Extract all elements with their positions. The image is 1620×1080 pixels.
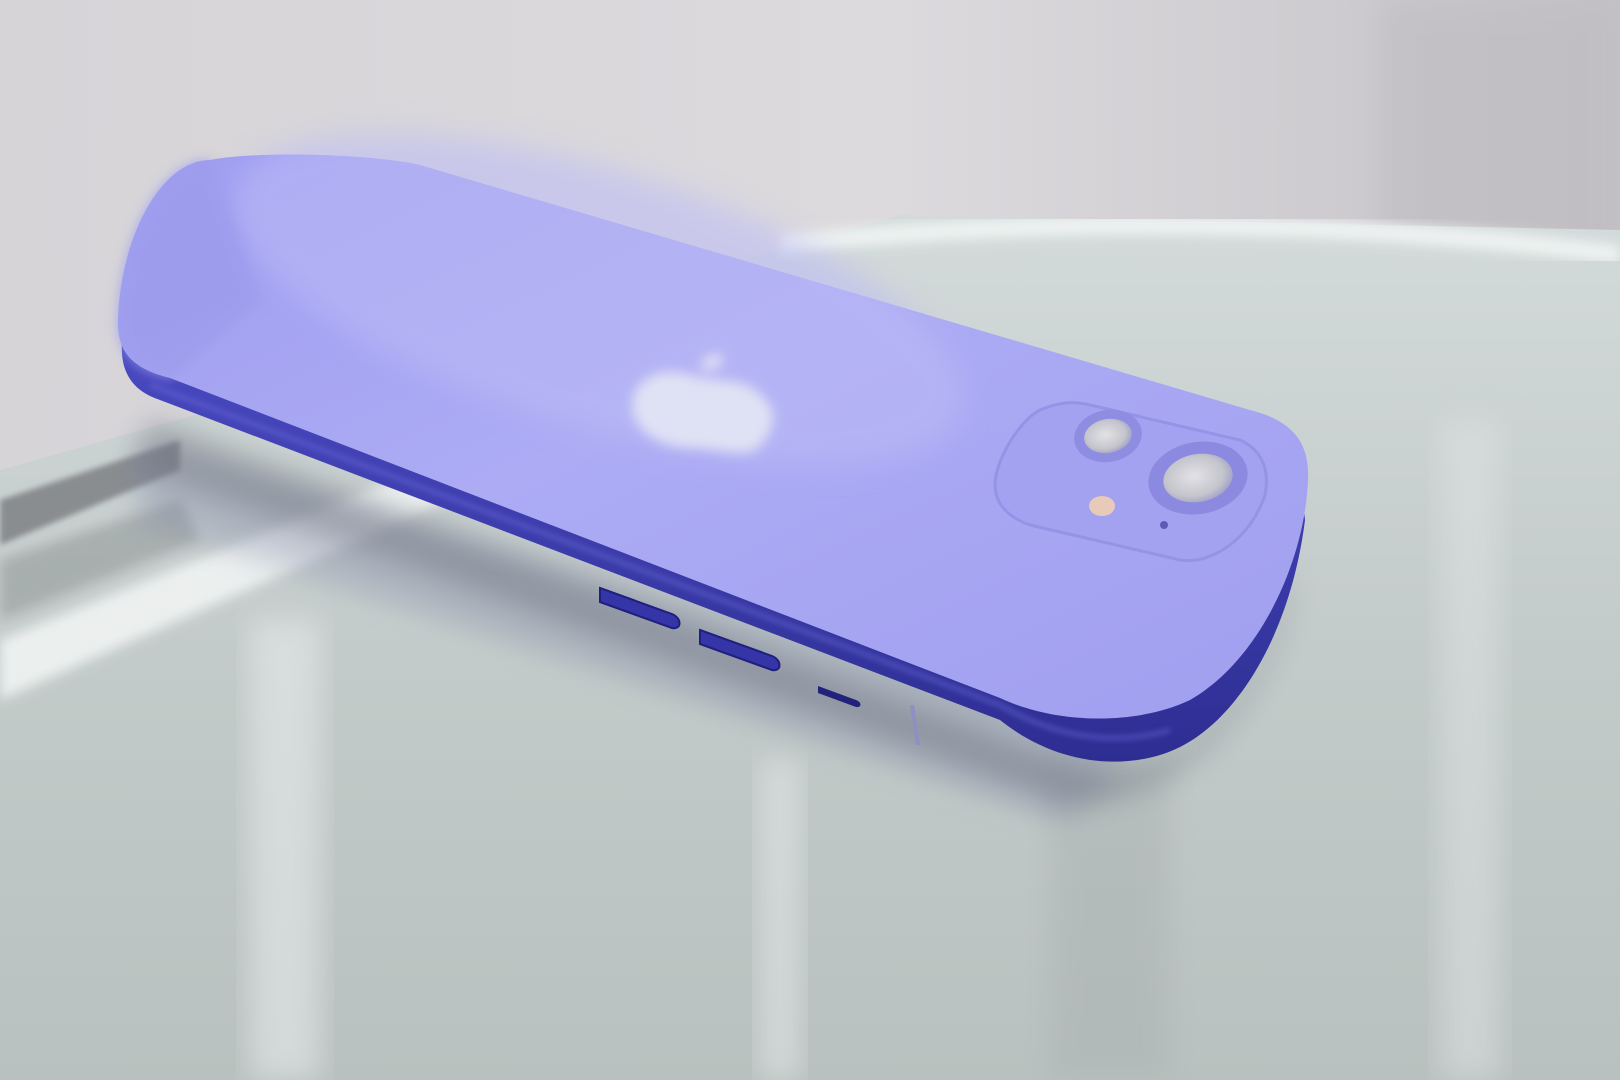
camera-flash bbox=[1089, 496, 1115, 516]
glass-reflection-band-2 bbox=[760, 760, 800, 1080]
glass-reflection-band-3 bbox=[1440, 420, 1500, 1080]
camera-microphone bbox=[1160, 521, 1168, 529]
photo-scene bbox=[0, 0, 1620, 1080]
glass-reflection-band-1 bbox=[250, 620, 320, 1080]
phone-on-glass-table-photo bbox=[0, 0, 1620, 1080]
